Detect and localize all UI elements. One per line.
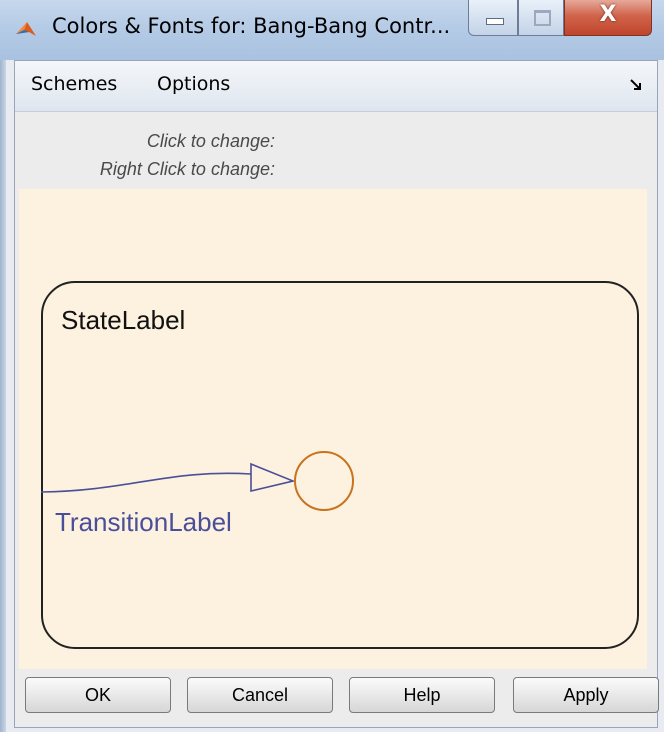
title-bar[interactable]: Colors & Fonts for: Bang-Bang Contr... X: [0, 0, 664, 60]
maximize-icon: [534, 10, 551, 26]
transition-label[interactable]: TransitionLabel: [55, 507, 232, 538]
button-row: OK Cancel Help Apply: [15, 673, 659, 727]
cancel-button[interactable]: Cancel: [187, 677, 333, 713]
close-button[interactable]: X: [564, 0, 652, 36]
menu-schemes[interactable]: Schemes: [31, 73, 117, 95]
preview-canvas[interactable]: StateLabel TransitionLabel: [19, 189, 647, 669]
dock-arrow-icon[interactable]: [629, 77, 643, 91]
transition-graphics: [40, 451, 354, 511]
colors-fonts-dialog: Colors & Fonts for: Bang-Bang Contr... X…: [0, 0, 664, 732]
menu-bar: Schemes Options: [15, 61, 657, 112]
junction-circle: [294, 451, 354, 511]
window-edge: [0, 0, 6, 732]
click-hint: Click to change:: [146, 131, 275, 151]
matlab-logo-icon: [14, 18, 38, 42]
dialog-content: Schemes Options Click to change: Right C…: [14, 60, 659, 728]
menu-options[interactable]: Options: [157, 73, 230, 95]
help-button[interactable]: Help: [349, 677, 495, 713]
right-click-hint: Right Click to change:: [99, 159, 275, 179]
transition-arrowhead: [250, 462, 296, 493]
close-icon: X: [599, 2, 617, 27]
minimize-icon: [486, 18, 504, 25]
minimize-button[interactable]: [468, 0, 518, 36]
ok-button[interactable]: OK: [25, 677, 171, 713]
maximize-button[interactable]: [518, 0, 564, 36]
transition-arrow: [40, 472, 252, 493]
apply-button[interactable]: Apply: [513, 677, 659, 713]
window-title: Colors & Fonts for: Bang-Bang Contr...: [52, 14, 451, 38]
